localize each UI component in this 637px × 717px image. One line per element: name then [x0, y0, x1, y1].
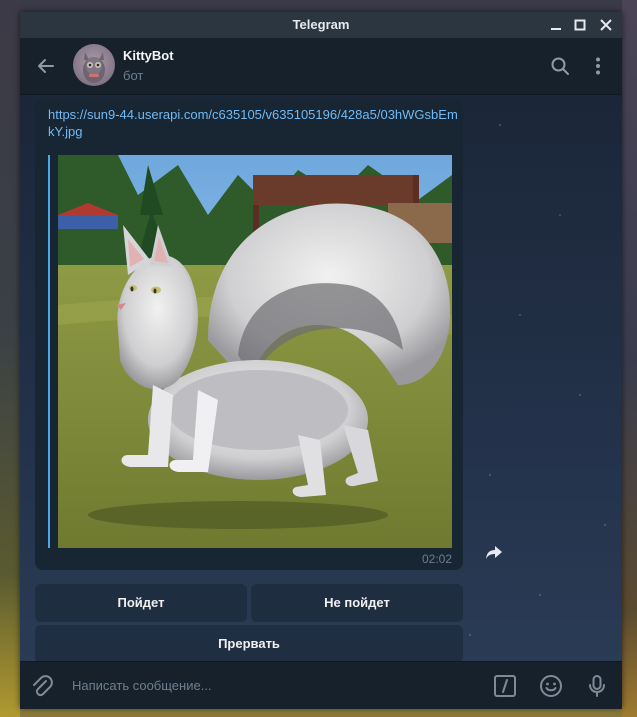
back-button[interactable]: [36, 56, 56, 76]
paperclip-icon: [33, 675, 53, 697]
maximize-button[interactable]: [571, 16, 589, 34]
cat-photo: [58, 155, 452, 548]
attach-button[interactable]: [30, 674, 54, 698]
link-preview-image[interactable]: [58, 155, 452, 548]
message-link[interactable]: https://sun9-44.userapi.com/c635105/v635…: [48, 106, 458, 140]
more-vertical-icon: [596, 57, 600, 75]
web-preview-accent-bar: [48, 155, 50, 548]
smile-icon: [540, 675, 562, 697]
minimize-button[interactable]: [547, 16, 565, 34]
bot-avatar[interactable]: [73, 44, 115, 86]
keyboard-button-cancel[interactable]: Прервать: [35, 625, 463, 661]
desktop-background-left: [0, 0, 20, 717]
close-button[interactable]: [597, 16, 615, 34]
minimize-icon: [551, 28, 561, 30]
keyboard-button-reject[interactable]: Не пойдет: [251, 584, 463, 622]
chat-status: бот: [123, 68, 144, 83]
message-composer: Написать сообщение...: [20, 661, 622, 709]
close-icon: [600, 19, 612, 31]
search-icon: [551, 57, 569, 75]
slash-command-icon: [494, 675, 516, 697]
voice-record-button[interactable]: [585, 674, 609, 698]
maximize-icon: [574, 19, 586, 31]
desktop-background-right: [622, 0, 637, 717]
arrow-left-icon: [38, 59, 54, 73]
message-area[interactable]: https://sun9-44.userapi.com/c635105/v635…: [20, 95, 622, 661]
message-input[interactable]: Написать сообщение...: [72, 678, 212, 693]
keyboard-button-accept[interactable]: Пойдет: [35, 584, 247, 622]
more-menu-button[interactable]: [587, 55, 609, 77]
title-bar: Telegram: [20, 12, 622, 38]
share-button[interactable]: [483, 541, 505, 563]
microphone-icon: [589, 675, 605, 697]
message-time: 02:02: [421, 552, 452, 566]
message-bubble: https://sun9-44.userapi.com/c635105/v635…: [35, 100, 463, 570]
telegram-window: Telegram KittyBot бот https://sun9-44.us…: [20, 12, 622, 709]
chat-header: KittyBot бот: [20, 38, 622, 95]
emoji-button[interactable]: [539, 674, 563, 698]
bot-commands-button[interactable]: [493, 674, 517, 698]
chat-title: KittyBot: [123, 48, 174, 63]
window-title: Telegram: [292, 17, 350, 32]
cat-avatar-icon: [83, 52, 105, 83]
search-button[interactable]: [549, 55, 571, 77]
share-icon: [486, 546, 502, 559]
